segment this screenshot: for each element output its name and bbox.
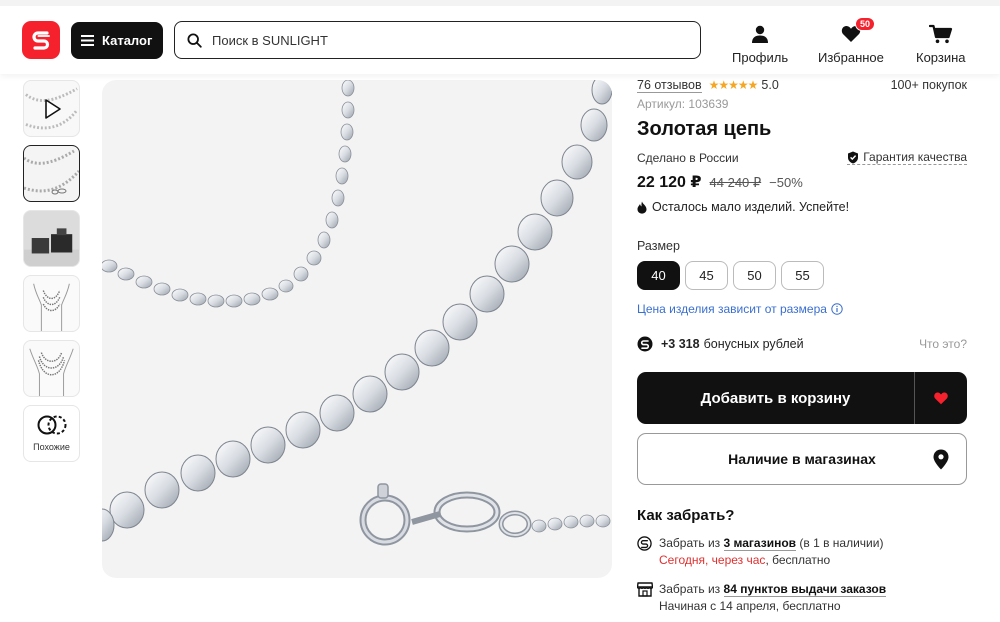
store-availability-button[interactable]: Наличие в магазинах <box>637 433 967 485</box>
product-title: Золотая цепь <box>637 118 772 140</box>
bonus-row: +3 318 бонусных рублей Что это? <box>637 336 967 352</box>
store-logo-icon <box>637 536 652 551</box>
hamburger-icon <box>81 35 94 46</box>
shop-icon <box>636 582 654 597</box>
article-number: Артикул: 103639 <box>637 97 729 111</box>
size-price-note[interactable]: Цена изделия зависит от размера <box>637 302 967 316</box>
pickup-stores-link[interactable]: 3 магазинов <box>723 536 797 551</box>
search-icon <box>187 32 202 48</box>
pickup-points-prefix: Забрать из <box>659 582 721 596</box>
similar-icon <box>37 415 67 435</box>
discount-value: −50% <box>769 175 803 190</box>
pickup-stores-cost: , бесплатно <box>765 553 831 567</box>
profile-button[interactable]: Профиль <box>732 24 788 65</box>
catalog-button[interactable]: Каталог <box>71 22 163 59</box>
size-option[interactable]: 55 <box>781 261 824 290</box>
pickup-stores-when: Сегодня, через час <box>659 553 766 567</box>
thumbnail-video[interactable] <box>23 80 80 137</box>
add-to-cart-button[interactable]: Добавить в корзину <box>637 372 914 424</box>
pickup-points-option: Забрать из 84 пунктов выдачи заказов Нач… <box>636 581 967 615</box>
product-info-panel: 76 отзывов ★★★★★ 5.0 100+ покупок Артику… <box>636 76 967 615</box>
pickup-store-option: Забрать из 3 магазинов (в 1 в наличии) С… <box>637 535 967 569</box>
made-in-text: Сделано в России <box>637 150 739 165</box>
purchase-buttons: Добавить в корзину <box>637 372 967 424</box>
cart-button[interactable]: Корзина <box>916 24 966 65</box>
pickup-points-when: Начиная с 14 апреля, бесплатно <box>659 599 841 613</box>
site-header: Каталог Профиль 50 Избранное К <box>0 0 1000 74</box>
bonus-amount: +3 318 <box>661 337 700 351</box>
rating-stars: ★★★★★ <box>708 78 759 92</box>
thumbnail-strip: Похожие <box>23 80 80 470</box>
favorites-count-badge: 50 <box>854 17 875 31</box>
thumbnail-chain-closeup[interactable] <box>23 145 80 202</box>
cart-icon <box>928 24 952 44</box>
purchases-count: 100+ покупок <box>890 78 967 92</box>
user-icon <box>752 25 769 43</box>
pickup-stores-suffix: (в 1 в наличии) <box>799 536 884 550</box>
add-to-favorites-button[interactable] <box>914 372 967 424</box>
thumbnail-model-short[interactable] <box>23 275 80 332</box>
size-label: Размер <box>637 239 680 253</box>
chain-thumb-image <box>24 149 79 195</box>
profile-label: Профиль <box>732 50 789 65</box>
header-top-strip <box>0 0 1000 6</box>
search-box[interactable] <box>174 21 701 59</box>
main-product-image[interactable] <box>102 80 612 578</box>
cart-label: Корзина <box>916 50 966 65</box>
favorites-button[interactable]: 50 Избранное <box>818 17 884 65</box>
old-price: 44 240 ₽ <box>709 175 762 190</box>
stock-warning: Осталось мало изделий. Успейте! <box>637 200 967 214</box>
thumbnail-model-long[interactable] <box>23 340 80 397</box>
pickup-points-link[interactable]: 84 пунктов выдачи заказов <box>723 582 887 597</box>
model-thumb-image <box>29 348 74 396</box>
origin-row: Сделано в России Гарантия качества <box>637 150 967 165</box>
bonus-info-link[interactable]: Что это? <box>919 337 967 351</box>
size-option[interactable]: 45 <box>685 261 728 290</box>
box-thumb-image <box>24 211 79 266</box>
sunlight-logo-icon[interactable] <box>22 21 60 59</box>
thumbnail-gift-box[interactable] <box>23 210 80 267</box>
bonus-text: бонусных рублей <box>703 337 804 351</box>
guarantee-link[interactable]: Гарантия качества <box>847 150 967 165</box>
similar-label: Похожие <box>33 442 70 452</box>
size-option[interactable]: 40 <box>637 261 680 290</box>
thumbnail-similar[interactable]: Похожие <box>23 405 80 462</box>
sunlight-bonus-icon <box>637 336 653 352</box>
model-thumb-image <box>33 283 70 331</box>
info-icon <box>831 303 843 315</box>
stock-warning-text: Осталось мало изделий. Успейте! <box>652 200 850 214</box>
catalog-label: Каталог <box>102 33 153 48</box>
store-availability-label: Наличие в магазинах <box>728 451 876 467</box>
chain-product-photo <box>102 80 612 546</box>
current-price: 22 120 ₽ <box>637 174 702 191</box>
search-input[interactable] <box>212 32 652 48</box>
heart-filled-icon <box>934 392 948 405</box>
size-price-note-text: Цена изделия зависит от размера <box>637 302 827 316</box>
rating-value: 5.0 <box>761 78 779 92</box>
reviews-row: 76 отзывов ★★★★★ 5.0 100+ покупок <box>637 76 967 94</box>
shield-check-icon <box>848 151 859 163</box>
pickup-heading: Как забрать? <box>637 507 735 524</box>
reviews-link[interactable]: 76 отзывов <box>637 78 702 93</box>
pickup-stores-prefix: Забрать из <box>659 536 721 550</box>
size-option[interactable]: 50 <box>733 261 776 290</box>
map-pin-icon <box>933 449 949 470</box>
size-selector: 40 45 50 55 <box>637 261 967 290</box>
guarantee-label: Гарантия качества <box>863 150 967 164</box>
play-icon <box>45 99 61 119</box>
flame-icon <box>637 201 647 214</box>
favorites-label: Избранное <box>818 50 884 65</box>
price-row: 22 120 ₽ 44 240 ₽ −50% <box>637 172 967 192</box>
